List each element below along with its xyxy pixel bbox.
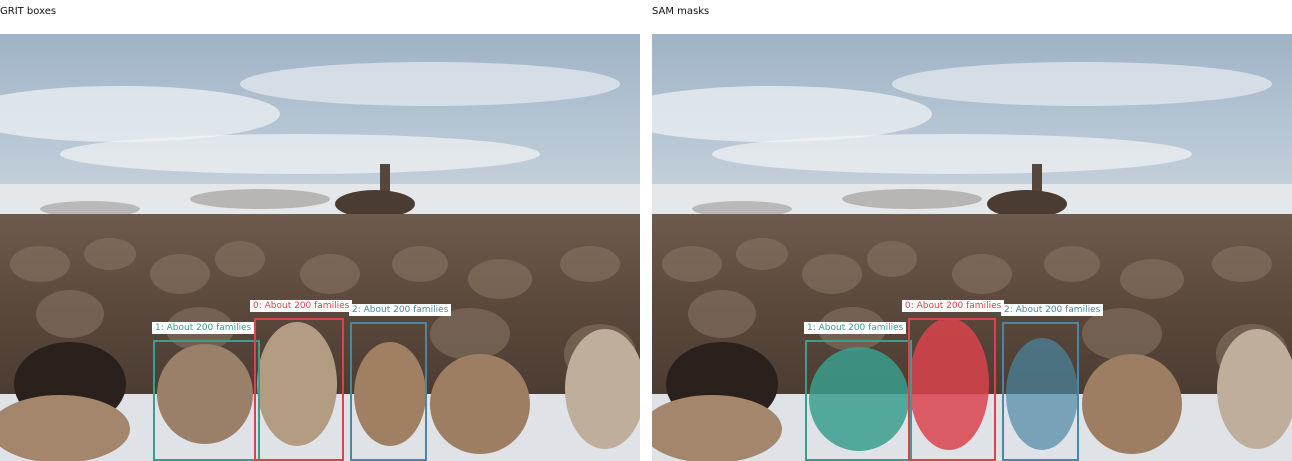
detection-box-1 (805, 340, 912, 461)
detection-box-2 (1002, 322, 1079, 461)
detection-box-0 (908, 318, 996, 461)
detection-label-1: 1: About 200 families (152, 322, 255, 334)
detection-label-2: 2: About 200 families (349, 304, 452, 316)
detection-box-0 (254, 318, 344, 461)
detection-label-2: 2: About 200 families (1001, 304, 1104, 316)
sam-masks-panel: 1: About 200 families 0: About 200 famil… (652, 34, 1292, 461)
detection-label-0: 0: About 200 families (250, 300, 353, 312)
panel-title-grit: GRIT boxes (0, 6, 57, 17)
detection-label-1: 1: About 200 families (804, 322, 907, 334)
detection-box-2 (350, 322, 427, 461)
panel-title-sam: SAM masks (652, 6, 710, 17)
detection-box-1 (153, 340, 260, 461)
detection-label-0: 0: About 200 families (902, 300, 1005, 312)
grit-boxes-panel: 1: About 200 families 0: About 200 famil… (0, 34, 640, 461)
